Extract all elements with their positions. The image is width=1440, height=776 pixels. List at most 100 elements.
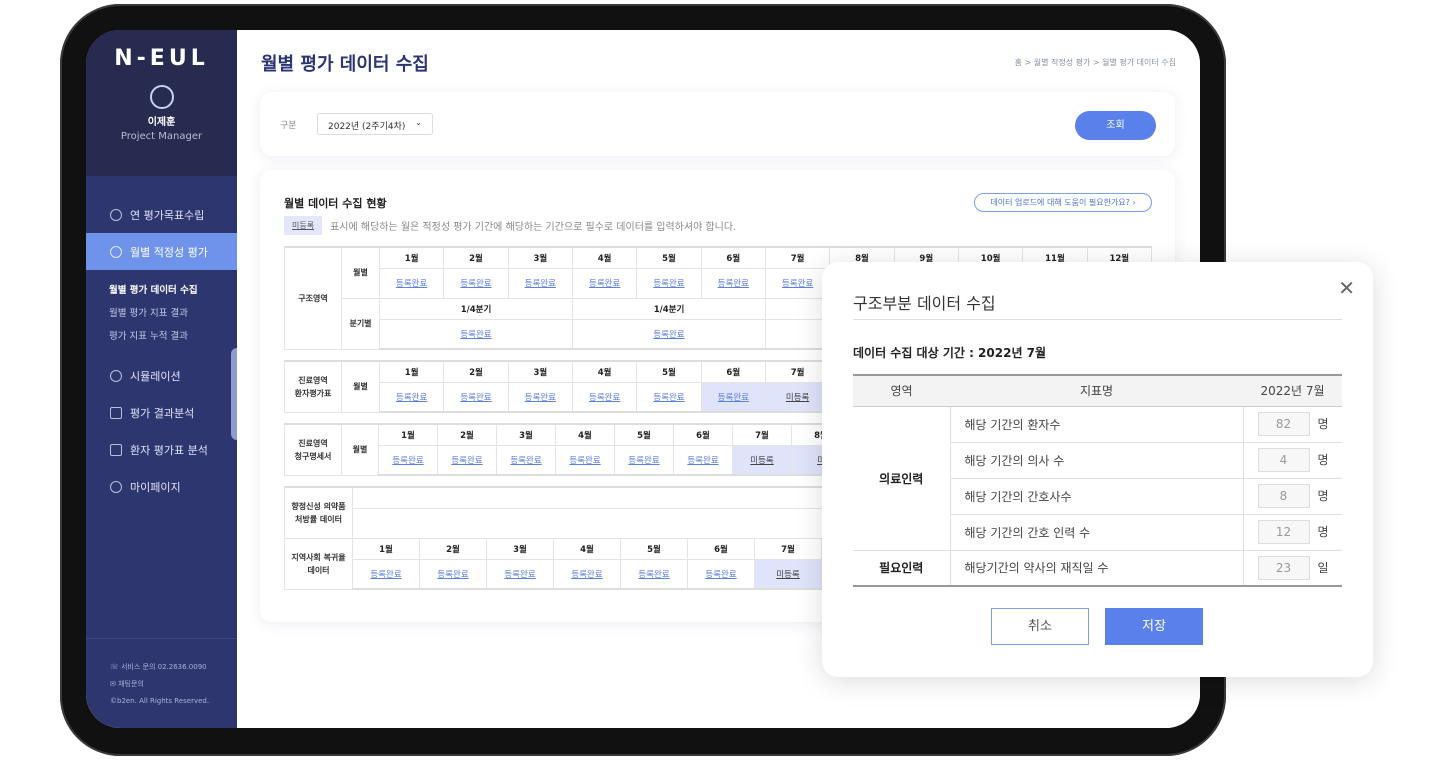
indicator-table: 영역 지표명 2022년 7월 의료인력 해당 기간의 환자수 82 명 해당 기간의 의사… [853,374,1342,587]
status-link[interactable]: 등록완료 [396,279,427,289]
status-link[interactable]: 등록완료 [510,456,541,466]
nav-simulation[interactable]: 시뮬레이션 [86,357,237,394]
period-select[interactable]: 2022년 (2주기4차) ⌄ [317,113,433,135]
header-indicator: 지표명 [950,374,1243,407]
modal-title: 구조부분 데이터 수집 [853,294,996,313]
status-cell: 등록완료 [614,444,674,476]
status-link[interactable]: 등록완료 [569,456,600,466]
chat-contact[interactable]: ✉ 채팅문의 [110,676,237,693]
month-header: 5월 [614,423,674,446]
nav-label: 평가 결과분석 [130,406,195,420]
indicator-name: 해당 기간의 간호사수 [950,478,1243,515]
status-link[interactable]: 등록완료 [687,456,718,466]
status-link[interactable]: 등록완료 [718,393,749,403]
value-input[interactable]: 8 [1257,484,1310,508]
search-button[interactable]: 조회 [1075,111,1156,140]
indicator-row: 의료인력 해당 기간의 환자수 82 명 [853,406,1342,551]
value-input[interactable]: 82 [1257,412,1310,436]
status-link[interactable]: 등록완료 [396,393,427,403]
status-link[interactable]: 등록완료 [653,393,684,403]
indicator-name: 해당 기간의 의사 수 [950,442,1243,479]
status-link[interactable]: 등록완료 [705,570,736,580]
status-link[interactable]: 등록완료 [460,330,491,340]
status-link[interactable]: 등록완료 [504,570,535,580]
area-label: 필요인력 [853,550,951,587]
copyright: ©b2en. All Rights Reserved. [110,697,210,705]
status-link[interactable]: 등록완료 [392,456,423,466]
status-cell: 등록완료 [443,381,509,413]
subnav-cumulative-result[interactable]: 평가 지표 누적 결과 [109,328,237,351]
status-link[interactable]: 등록완료 [589,279,620,289]
phone-contact[interactable]: ☏ 서비스 문의 02.2636.0090 [110,659,237,676]
logo: N-EUL [114,46,209,71]
month-header: 4월 [553,537,621,560]
status-cell: 등록완료 [636,267,702,299]
status-link[interactable]: 등록완료 [370,570,401,580]
month-header: 1월 [378,360,445,383]
value-input[interactable]: 4 [1257,448,1310,472]
status-cell: 등록완료 [486,558,554,590]
status-cell: 등록완료 [764,267,831,299]
user-role: Project Manager [120,131,203,142]
unit-label: 명 [1317,525,1329,539]
status-link[interactable]: 등록완료 [718,279,749,289]
value-cell: 4명 [1242,442,1342,479]
area-label: 향정신성 의약품 처방률 데이터 [284,486,353,539]
nav-monthly-evaluation[interactable]: 월별 적정성 평가 [86,233,237,270]
value-cell: 12 명 [1242,514,1342,551]
status-link[interactable]: 등록완료 [451,456,482,466]
nav-patient-analysis[interactable]: 환자 평가표 분석 [86,431,237,468]
indicator-name: 해당 기간의 환자수 [950,406,1243,443]
unit-label: 명 [1317,417,1329,431]
status-cell: 등록완료 [507,381,573,413]
target-icon [110,208,122,221]
status-link[interactable]: 등록완료 [653,279,684,289]
status-link[interactable]: 등록완료 [460,393,491,403]
legend: 미등록 표시에 해당하는 월은 적정성 평가 기간에 해당하는 기간으로 필수로 … [284,216,736,235]
value-cell: 82 명 [1242,406,1342,443]
status-link[interactable]: 등록완료 [628,456,659,466]
status-cell: 등록완료 [507,267,573,299]
status-link[interactable]: 미등록 [786,393,809,403]
nav-label: 월별 적정성 평가 [130,245,208,259]
subnav-indicator-result[interactable]: 월별 평가 지표 결과 [109,305,237,328]
area-label: 진료영역 환자평가표 [284,360,342,413]
status-link[interactable]: 미등록 [776,570,799,580]
nav-annual-goal[interactable]: 연 평가목표수립 [86,196,237,233]
header-area: 영역 [853,374,950,407]
value-cell: 23 일 [1242,550,1342,587]
status-link[interactable]: 미등록 [750,456,773,466]
month-header: 2월 [443,360,509,383]
subnav-data-collection[interactable]: 월별 평가 데이터 수집 [109,282,237,305]
status-link[interactable]: 등록완료 [653,330,684,340]
sidebar: N-EUL 이제훈 Project Manager 연 평가목표수립 월별 적정… [86,30,237,728]
nav-result-analysis[interactable]: 평가 결과분석 [86,394,237,431]
chevron-down-icon: ⌄ [415,118,422,127]
type-label: 월별 [341,423,379,476]
status-cell: 미등록 [754,558,822,590]
legend-tag: 미등록 [284,216,323,235]
value-input[interactable]: 23 [1257,555,1310,580]
nav-mypage[interactable]: 마이페이지 [86,468,237,505]
save-button[interactable]: 저장 [1105,608,1203,645]
month-header: 5월 [636,246,702,269]
indicator-row: 필요인력 해당기간의 약사의 재직일 수 23 일 [853,550,1342,587]
status-link[interactable]: 등록완료 [571,570,602,580]
close-icon[interactable]: ✕ [1338,276,1355,300]
cancel-button[interactable]: 취소 [991,608,1089,645]
status-link[interactable]: 등록완료 [589,393,620,403]
month-header: 6월 [687,537,755,560]
user-name: 이제훈 [147,117,176,128]
user-avatar-icon [149,85,174,109]
status-cell: 등록완료 [553,558,621,590]
status-link[interactable]: 등록완료 [437,570,468,580]
quarter-header: 1/4분기 [379,297,573,320]
help-button[interactable]: 데이터 업로드에 대해 도움이 필요한가요? › [974,193,1152,212]
status-link[interactable]: 등록완료 [525,279,556,289]
value-input[interactable]: 12 [1257,520,1310,544]
status-link[interactable]: 등록완료 [525,393,556,403]
status-link[interactable]: 등록완료 [782,279,813,289]
month-header: 4월 [555,423,615,446]
status-link[interactable]: 등록완료 [460,279,491,289]
status-link[interactable]: 등록완료 [638,570,669,580]
